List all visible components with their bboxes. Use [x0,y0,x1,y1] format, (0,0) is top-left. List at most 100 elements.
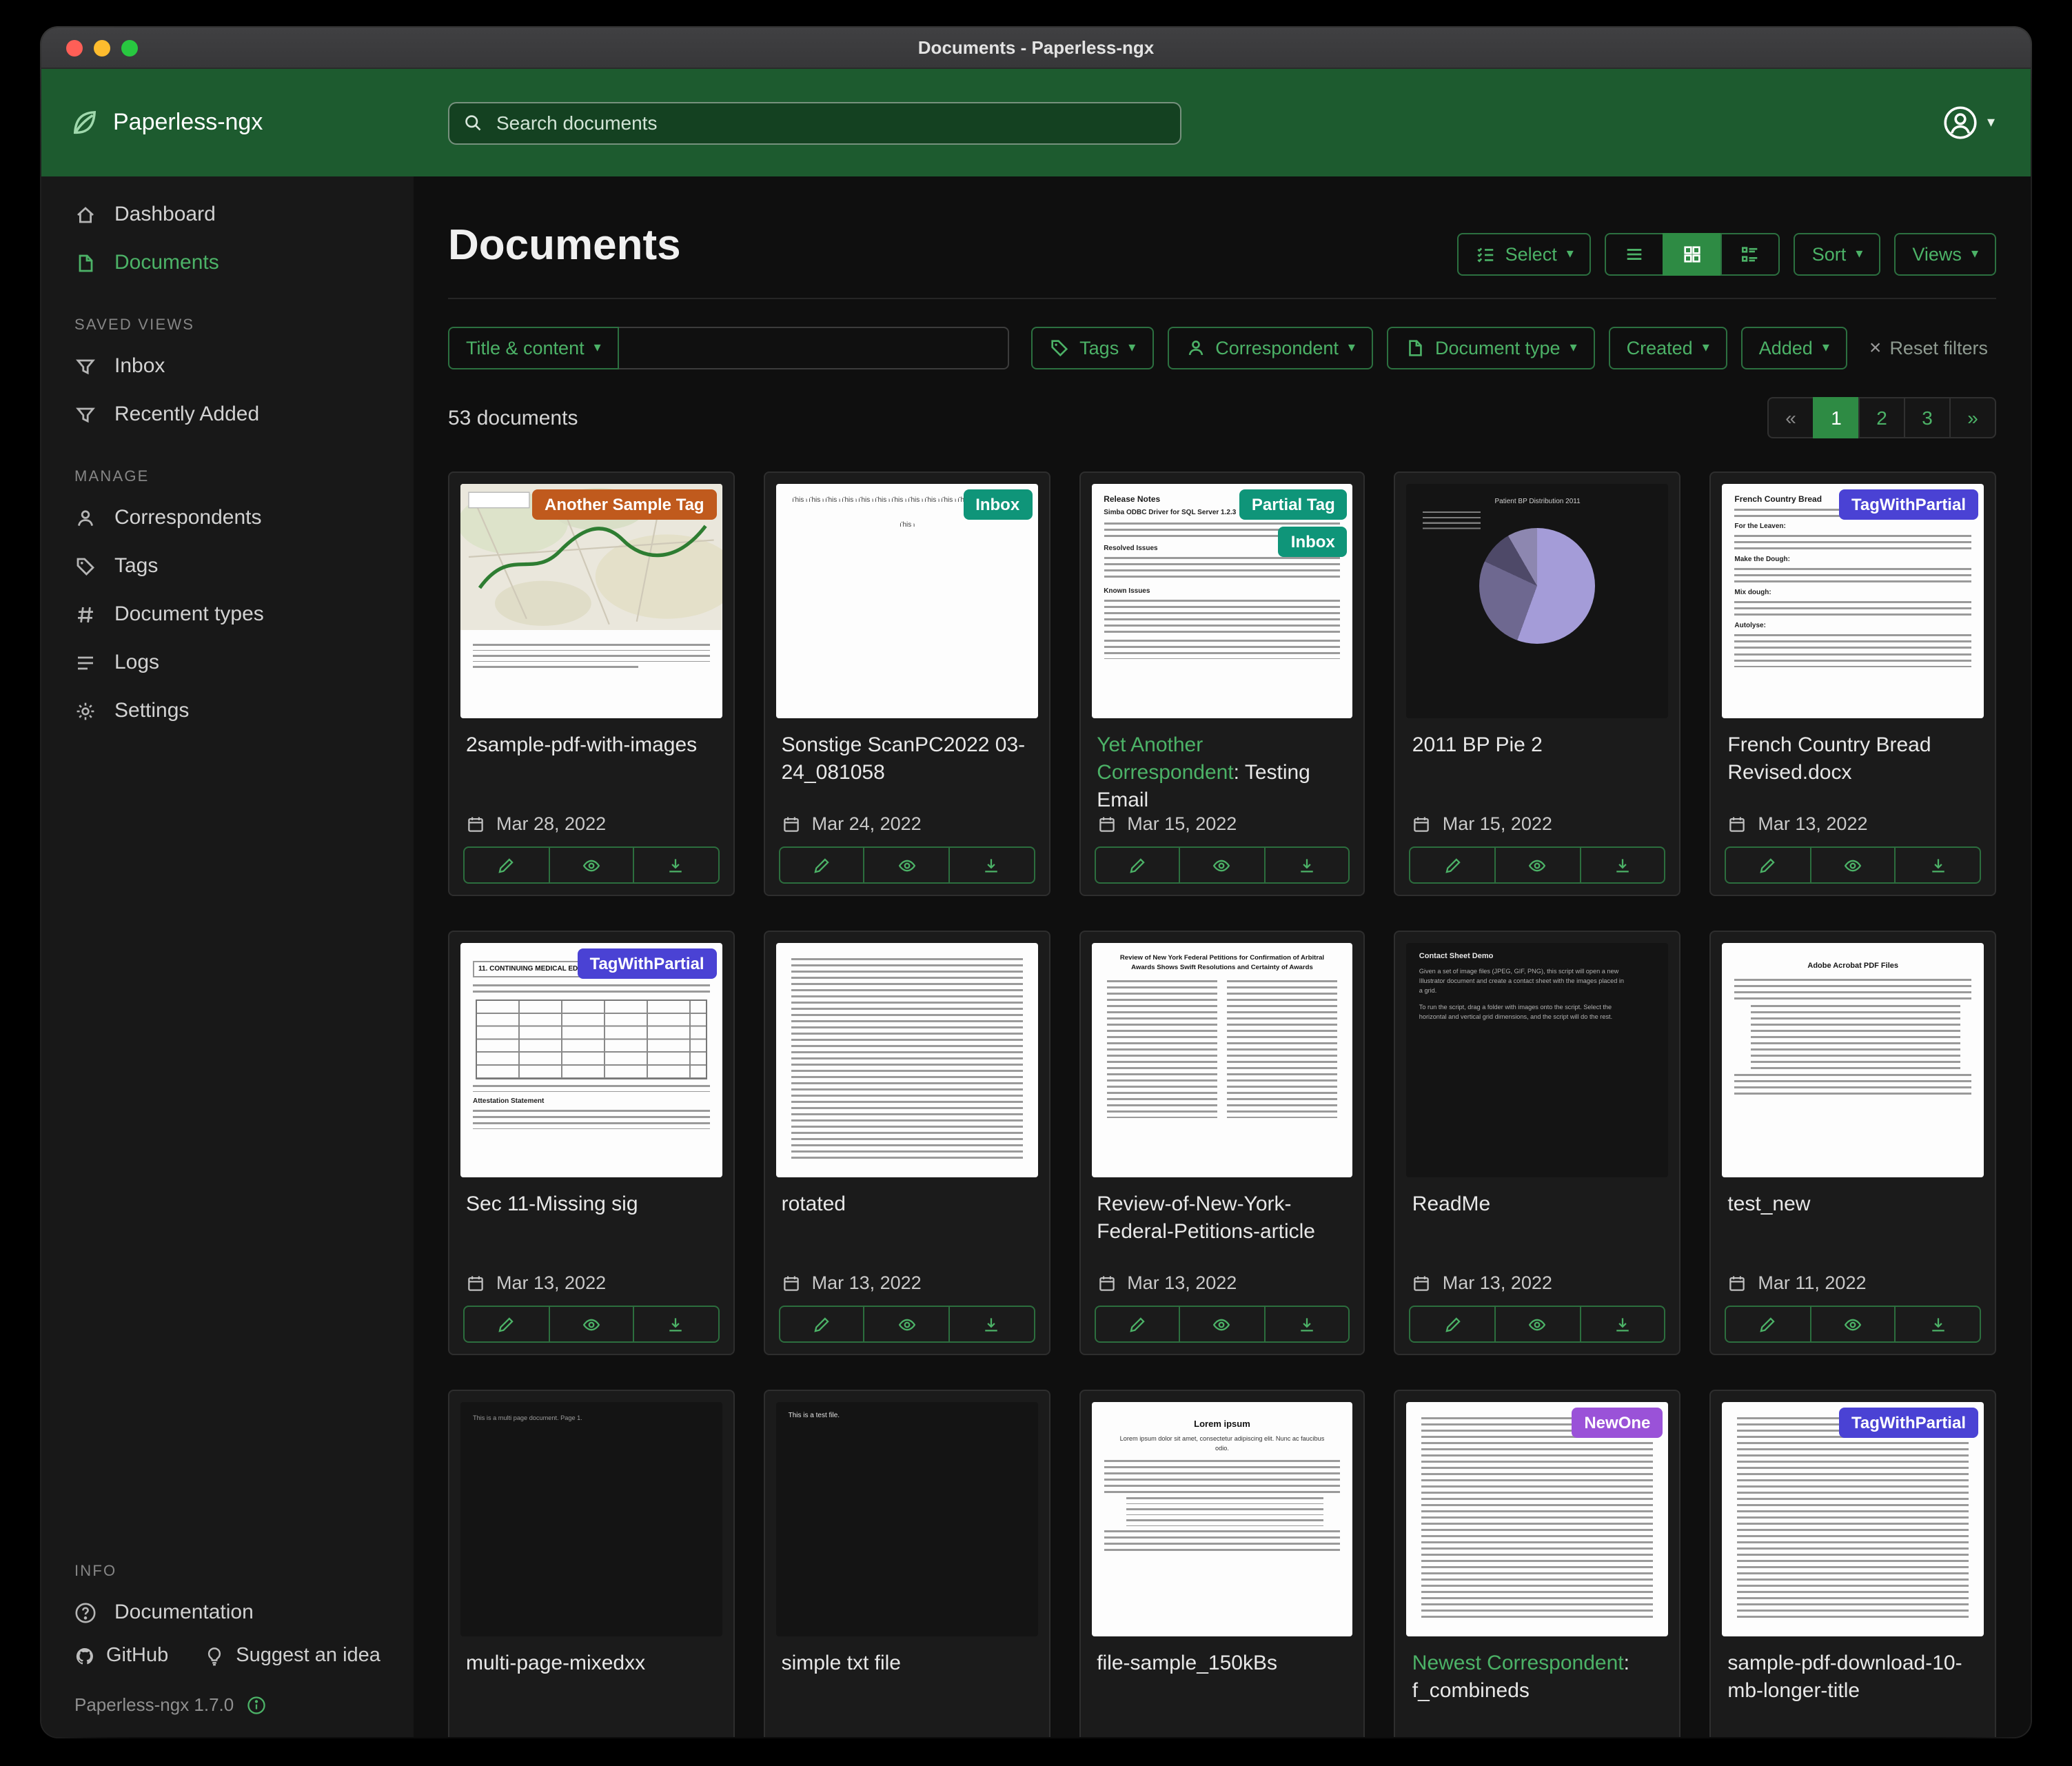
download-document-button[interactable] [1579,1306,1665,1343]
document-title[interactable]: sample-pdf-download-10-mb-longer-title [1727,1650,1978,1705]
correspondent-filter-button[interactable]: Correspondent ▾ [1167,327,1373,369]
sidebar-item-settings[interactable]: Settings [41,687,414,735]
views-button[interactable]: Views ▾ [1894,233,1996,276]
document-title[interactable]: Sec 11-Missing sig [466,1191,717,1219]
pagination-next[interactable]: » [1949,397,1996,438]
document-title[interactable]: Sonstige ScanPC2022 03-24_081058 [782,732,1033,786]
edit-document-button[interactable] [463,1306,549,1343]
edit-document-button[interactable] [1094,1306,1180,1343]
sidebar-item-correspondents[interactable]: Correspondents [41,494,414,542]
created-filter-button[interactable]: Created ▾ [1609,327,1727,369]
download-document-button[interactable] [948,846,1035,884]
global-search[interactable] [448,101,1181,144]
document-card[interactable]: Patient BP Distribution 2011 2011 BP Pie… [1394,471,1681,896]
app-brand[interactable]: Paperless-ngx [69,108,420,138]
document-card[interactable]: NewOne Newest Correspondent: f_combineds [1394,1390,1681,1737]
document-card[interactable]: TagWithPartial sample-pdf-download-10-mb… [1709,1390,1996,1737]
select-button[interactable]: Select ▾ [1457,233,1592,276]
sidebar-item-tags[interactable]: Tags [41,542,414,590]
document-thumbnail[interactable]: Lorem ipsumLorem ipsum dolor sit amet, c… [1091,1402,1353,1636]
document-card[interactable]: Another Sample Tag 2sample-pdf-with-imag… [448,471,735,896]
github-link[interactable]: GitHub [74,1645,168,1667]
pagination-page-2[interactable]: 2 [1858,397,1905,438]
sidebar-item-dashboard[interactable]: Dashboard [41,190,414,238]
tag-badge[interactable]: NewOne [1572,1408,1663,1438]
sidebar-item-inbox[interactable]: Inbox [41,342,414,390]
document-title[interactable]: file-sample_150kBs [1097,1650,1348,1678]
edit-document-button[interactable] [1725,1306,1811,1343]
tag-badge[interactable]: TagWithPartial [578,948,717,979]
view-document-button[interactable] [1494,1306,1581,1343]
detail-view-button[interactable] [1721,233,1780,276]
document-card[interactable]: Adobe Acrobat PDF Files test_new Mar 11,… [1709,931,1996,1355]
download-document-button[interactable] [633,1306,719,1343]
sidebar-item-logs[interactable]: Logs [41,638,414,687]
reset-filters-button[interactable]: × Reset filters [1861,335,1996,361]
close-window-button[interactable] [66,39,83,56]
tag-badge[interactable]: Another Sample Tag [532,489,717,520]
sidebar-item-recently-added[interactable]: Recently Added [41,390,414,438]
document-thumbnail[interactable] [776,943,1038,1177]
view-document-button[interactable] [864,846,950,884]
download-document-button[interactable] [1895,1306,1981,1343]
view-document-button[interactable] [548,1306,634,1343]
document-title[interactable]: 2sample-pdf-with-images [466,732,717,760]
document-card[interactable]: Release NotesSimba ODBC Driver for SQL S… [1079,471,1365,896]
view-document-button[interactable] [1179,1306,1265,1343]
tag-badge[interactable]: TagWithPartial [1839,1408,1978,1438]
download-document-button[interactable] [1579,846,1665,884]
edit-document-button[interactable] [779,846,865,884]
view-document-button[interactable] [1810,1306,1896,1343]
document-card[interactable]: Lorem ipsumLorem ipsum dolor sit amet, c… [1079,1390,1365,1737]
sidebar-item-documentation[interactable]: Documentation [41,1588,414,1636]
edit-document-button[interactable] [1410,846,1496,884]
minimize-window-button[interactable] [94,39,110,56]
download-document-button[interactable] [1264,1306,1350,1343]
title-content-filter-button[interactable]: Title & content ▾ [448,327,619,369]
document-thumbnail[interactable]: Adobe Acrobat PDF Files [1722,943,1984,1177]
document-title[interactable]: French Country Bread Revised.docx [1727,732,1978,786]
download-document-button[interactable] [1895,846,1981,884]
document-title[interactable]: ReadMe [1412,1191,1663,1219]
tag-badge[interactable]: Partial Tag [1239,489,1348,520]
document-correspondent[interactable]: Newest Correspondent [1412,1652,1624,1675]
document-title[interactable]: Review-of-New-York-Federal-Petitions-art… [1097,1191,1348,1246]
document-card[interactable]: 11. CONTINUING MEDICAL EDUCAAttestation … [448,931,735,1355]
document-card[interactable]: Review of New York Federal Petitions for… [1079,931,1365,1355]
sidebar-item-document-types[interactable]: Document types [41,590,414,638]
tag-badge[interactable]: Inbox [963,489,1032,520]
tag-badge[interactable]: TagWithPartial [1839,489,1978,520]
filter-text-input[interactable] [619,327,1009,369]
sort-button[interactable]: Sort ▾ [1794,233,1881,276]
user-menu[interactable]: ▾ [1943,105,2003,141]
document-card[interactable]: This is a test for the double space char… [764,471,1050,896]
tag-badge[interactable]: Inbox [1279,527,1348,557]
edit-document-button[interactable] [463,846,549,884]
document-card[interactable]: This is a multi page document. Page 1. m… [448,1390,735,1737]
info-icon[interactable] [246,1695,265,1714]
pagination-page-3[interactable]: 3 [1904,397,1951,438]
document-title[interactable]: test_new [1727,1191,1978,1219]
document-title[interactable]: Yet Another Correspondent: Testing Email [1097,732,1348,814]
view-document-button[interactable] [548,846,634,884]
document-card[interactable]: This is a test file. simple txt file [764,1390,1050,1737]
view-document-button[interactable] [864,1306,950,1343]
document-thumbnail[interactable]: Patient BP Distribution 2011 [1407,484,1669,718]
download-document-button[interactable] [633,846,719,884]
pagination-page-1[interactable]: 1 [1813,397,1860,438]
document-type-filter-button[interactable]: Document type ▾ [1387,327,1595,369]
document-card[interactable]: French Country BreadFor the Leaven:Make … [1709,471,1996,896]
zoom-window-button[interactable] [121,39,138,56]
suggest-idea-link[interactable]: Suggest an idea [204,1645,380,1667]
document-thumbnail[interactable]: Review of New York Federal Petitions for… [1091,943,1353,1177]
view-document-button[interactable] [1494,846,1581,884]
edit-document-button[interactable] [1725,846,1811,884]
document-card[interactable]: Contact Sheet DemoGiven a set of image f… [1394,931,1681,1355]
document-title[interactable]: rotated [782,1191,1033,1219]
view-document-button[interactable] [1810,846,1896,884]
tags-filter-button[interactable]: Tags ▾ [1031,327,1153,369]
sidebar-item-documents[interactable]: Documents [41,238,414,287]
download-document-button[interactable] [948,1306,1035,1343]
grid-view-button[interactable] [1663,233,1723,276]
search-input[interactable] [494,110,1166,135]
